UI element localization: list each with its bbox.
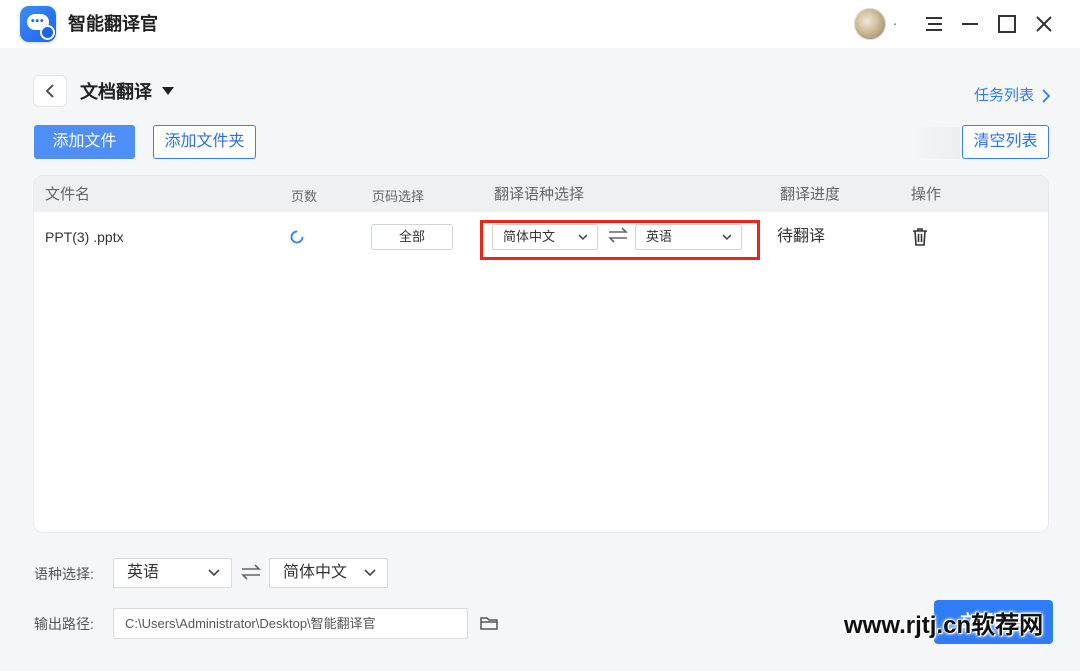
column-header-language: 翻译语种选择 (494, 186, 585, 203)
delete-icon[interactable] (910, 227, 930, 252)
file-table: 文件名 页数 页码选择 翻译语种选择 翻译进度 操作 PPT(3) .pptx … (33, 175, 1049, 533)
folder-icon[interactable] (479, 614, 499, 637)
table-header: 文件名 页数 页码选择 翻译语种选择 翻译进度 操作 (34, 176, 1048, 212)
translation-status: 待翻译 (777, 228, 826, 245)
column-header-page-selection: 页码选择 (372, 189, 425, 204)
watermark: www.rjtj.cn软荐网 (844, 612, 1044, 639)
user-name[interactable]: . (893, 12, 897, 28)
title-bar: ••• 智能翻译官 . (0, 0, 1080, 48)
menu-icon[interactable] (922, 12, 946, 36)
caret-down-icon[interactable] (162, 87, 174, 95)
add-file-button[interactable]: 添加文件 (34, 125, 135, 159)
app-title: 智能翻译官 (68, 14, 158, 34)
user-avatar[interactable] (854, 8, 886, 40)
chevron-right-icon[interactable] (1040, 88, 1052, 109)
chevron-left-icon (45, 84, 54, 98)
toolbar-spacer (908, 127, 960, 159)
column-header-actions: 操作 (911, 186, 942, 203)
source-language-value: 英语 (127, 564, 160, 581)
target-language-value: 简体中文 (283, 564, 348, 581)
loading-spinner-icon (289, 229, 305, 250)
close-icon[interactable] (1032, 12, 1056, 36)
file-name: PPT(3) .pptx (45, 229, 124, 245)
output-path-label: 输出路径: (34, 616, 94, 632)
column-header-pages: 页数 (291, 189, 318, 204)
back-button[interactable] (33, 75, 67, 107)
column-header-filename: 文件名 (45, 186, 91, 203)
output-path-field[interactable]: C:\Users\Administrator\Desktop\智能翻译官 (113, 608, 468, 639)
minimize-icon[interactable] (958, 12, 982, 36)
target-language-select[interactable]: 简体中文 (269, 558, 388, 588)
maximize-icon[interactable] (995, 12, 1019, 36)
column-header-progress: 翻译进度 (780, 186, 841, 203)
chevron-down-icon (208, 569, 220, 577)
swap-icon[interactable] (240, 563, 262, 586)
highlight-box (480, 220, 760, 260)
task-list-link[interactable]: 任务列表 (974, 86, 1034, 106)
source-language-select[interactable]: 英语 (113, 558, 232, 588)
language-label: 语种选择: (34, 566, 94, 582)
page-title[interactable]: 文档翻译 (80, 80, 152, 104)
clear-list-button[interactable]: 清空列表 (962, 125, 1049, 159)
app-logo-icon: ••• (20, 6, 56, 42)
page-selection-button[interactable]: 全部 (371, 224, 453, 250)
add-folder-button[interactable]: 添加文件夹 (153, 125, 256, 159)
chevron-down-icon (364, 569, 376, 577)
